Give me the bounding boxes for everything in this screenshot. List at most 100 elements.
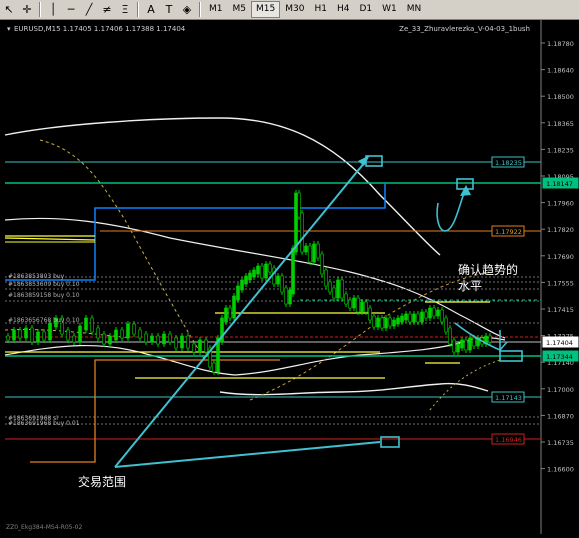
candle-body bbox=[468, 337, 472, 351]
fibonacci-icon[interactable]: Ξ bbox=[117, 2, 133, 18]
candle-body bbox=[78, 325, 82, 343]
candle-body bbox=[126, 323, 130, 339]
price-axis-label: 1.16870 bbox=[547, 412, 574, 420]
timeframe-mn[interactable]: MN bbox=[402, 2, 427, 17]
cursor-icon[interactable]: ↖ bbox=[1, 2, 17, 18]
candle-body bbox=[276, 275, 280, 285]
candle-body bbox=[280, 275, 284, 293]
annotation-trade-range: 交易范围 bbox=[78, 474, 126, 489]
price-chart[interactable]: EURUSD,M15 1.17405 1.17406 1.17388 1.174… bbox=[0, 20, 579, 534]
trendline-icon[interactable]: ╱ bbox=[81, 2, 97, 18]
candle-body bbox=[42, 331, 46, 341]
horizontal-line-icon[interactable]: ─ bbox=[63, 2, 79, 18]
candle-body bbox=[260, 265, 264, 279]
candle-body bbox=[156, 335, 160, 345]
timeframe-w1[interactable]: W1 bbox=[377, 2, 402, 17]
candle-body bbox=[186, 335, 190, 349]
shapes-icon[interactable]: ◈ bbox=[179, 2, 195, 18]
timeframe-h1[interactable]: H1 bbox=[309, 2, 332, 17]
channel-icon[interactable]: ≠ bbox=[99, 2, 115, 18]
candle-body bbox=[228, 307, 232, 319]
order-label-1: #1863853803 buy bbox=[8, 273, 65, 280]
candle-body bbox=[444, 317, 448, 333]
candle-body bbox=[380, 317, 384, 329]
candle-body bbox=[488, 335, 492, 343]
candle-body bbox=[248, 272, 252, 281]
timeframe-m1[interactable]: M1 bbox=[204, 2, 228, 17]
toolbar-separator bbox=[39, 2, 41, 17]
candle-body bbox=[352, 297, 356, 309]
candle-body bbox=[360, 301, 364, 313]
candle-body bbox=[232, 295, 236, 319]
timeframe-m15[interactable]: M15 bbox=[251, 1, 281, 18]
candle-body bbox=[324, 269, 328, 287]
symbol-header: EURUSD,M15 1.17405 1.17406 1.17388 1.174… bbox=[14, 25, 186, 33]
dropdown-arrow-icon[interactable]: ▾ bbox=[7, 25, 11, 33]
candle-body bbox=[340, 279, 344, 299]
candle-body bbox=[464, 339, 468, 351]
candle-body bbox=[328, 281, 332, 293]
candle-body bbox=[428, 307, 432, 319]
candle-body bbox=[102, 333, 106, 345]
candle-body bbox=[388, 317, 392, 327]
candle-body bbox=[144, 333, 148, 343]
price-axis-label: 1.17415 bbox=[547, 306, 574, 314]
label-icon[interactable]: T bbox=[161, 2, 177, 18]
candle-body bbox=[344, 293, 348, 305]
candle-body bbox=[114, 329, 118, 341]
candle-body bbox=[264, 263, 268, 279]
candle-body bbox=[452, 339, 456, 353]
price-tag-label: 1.17143 bbox=[495, 394, 522, 402]
order-label-3: #1863859158 buy 0.10 bbox=[8, 292, 80, 299]
text-icon[interactable]: A bbox=[143, 2, 159, 18]
candle-body bbox=[204, 339, 208, 353]
timeframe-d1[interactable]: D1 bbox=[354, 2, 377, 17]
candle-body bbox=[456, 343, 460, 353]
timeframe-m30[interactable]: M30 bbox=[280, 2, 309, 17]
price-axis-label: 1.16735 bbox=[547, 439, 574, 447]
candle-body bbox=[48, 322, 52, 341]
candle-body bbox=[291, 247, 295, 295]
candle-body bbox=[436, 309, 440, 317]
price-axis-label: 1.18235 bbox=[547, 146, 574, 154]
price-axis-label: 1.17000 bbox=[547, 386, 574, 394]
chart-canvas[interactable]: EURUSD,M15 1.17405 1.17406 1.17388 1.174… bbox=[0, 20, 579, 534]
candle-body bbox=[244, 275, 248, 285]
price-axis-label: 1.18500 bbox=[547, 93, 574, 101]
candle-body bbox=[150, 335, 154, 343]
candle-body bbox=[174, 337, 178, 349]
candle-body bbox=[224, 307, 228, 323]
price-axis[interactable]: 1.187801.186401.185001.183651.182351.180… bbox=[541, 40, 574, 474]
envelope-upper-outer bbox=[4, 117, 441, 256]
indicator-label: Ze_33_Zhuravlerezka_V-04-03_1bush bbox=[399, 25, 530, 33]
candle-body bbox=[90, 317, 94, 333]
price-tag-label: 1.17922 bbox=[495, 228, 522, 236]
price-axis-label: 1.18365 bbox=[547, 120, 574, 128]
chart-toolbar: ↖ ✛ │ ─ ╱ ≠ Ξ A T ◈ M1 M5 M15 M30 H1 H4 … bbox=[0, 0, 579, 20]
candle-body bbox=[120, 329, 124, 339]
crosshair-icon[interactable]: ✛ bbox=[19, 2, 35, 18]
confirm-arrow-head bbox=[460, 185, 471, 196]
timeframe-m5[interactable]: M5 bbox=[228, 2, 252, 17]
candle-body bbox=[268, 263, 272, 273]
price-tag-label: 1.17344 bbox=[546, 353, 573, 361]
candle-body bbox=[364, 301, 368, 313]
candle-body bbox=[256, 265, 260, 275]
vertical-line-icon[interactable]: │ bbox=[45, 2, 61, 18]
candle-body bbox=[72, 335, 76, 343]
candle-body bbox=[168, 333, 172, 343]
price-tag-label: 1.18235 bbox=[495, 159, 522, 167]
price-tag-label: 1.16946 bbox=[495, 436, 522, 444]
candle-body bbox=[236, 285, 240, 301]
annotation-level: 水平 bbox=[458, 279, 482, 293]
candle-body bbox=[198, 339, 202, 353]
candle-body bbox=[240, 279, 244, 291]
candle-body bbox=[30, 327, 34, 343]
candle-body bbox=[372, 315, 376, 328]
candle-body bbox=[348, 299, 352, 309]
price-axis-label: 1.17555 bbox=[547, 279, 574, 287]
candle-body bbox=[297, 192, 301, 218]
timeframe-h4[interactable]: H4 bbox=[332, 2, 355, 17]
candle-body bbox=[288, 289, 292, 305]
candle-body bbox=[6, 335, 10, 341]
